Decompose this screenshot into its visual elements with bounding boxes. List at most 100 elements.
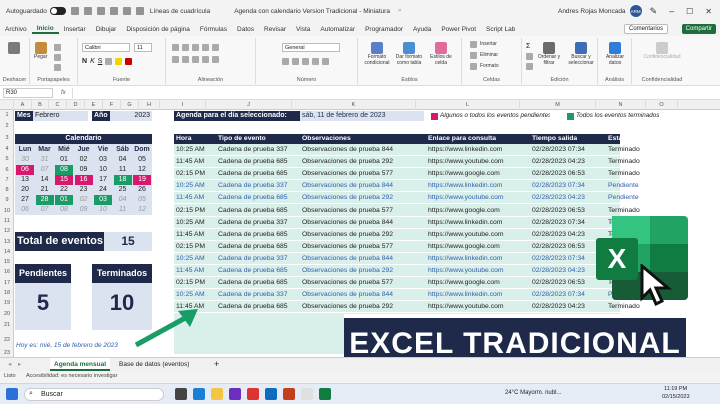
calendar-day[interactable]: 03 [94, 195, 112, 205]
user-name[interactable]: Andres Rojas Moncada [558, 8, 626, 15]
calendar-day[interactable]: 05 [133, 155, 151, 165]
calendar-day[interactable]: 20 [16, 185, 34, 195]
calendar-day[interactable]: 16 [74, 175, 93, 185]
column-header[interactable]: K [292, 100, 416, 110]
calendar-day[interactable]: 06 [16, 165, 34, 175]
row-header[interactable]: 10 [0, 206, 14, 216]
row-header[interactable]: 16 [0, 267, 14, 277]
calendar-day[interactable]: 01 [55, 195, 73, 205]
decrease-decimal-icon[interactable] [322, 58, 329, 65]
column-header[interactable]: H [139, 100, 160, 110]
tab-next-icon[interactable]: ▸ [14, 358, 25, 371]
column-header[interactable]: E [85, 100, 103, 110]
month-select[interactable]: Febrero [33, 111, 88, 121]
edge-icon[interactable] [193, 388, 205, 400]
align-bottom-icon[interactable] [192, 44, 199, 51]
number-format-select[interactable]: General [282, 43, 340, 52]
row-header[interactable]: 9 [0, 195, 14, 205]
table-row[interactable]: 10:25 AM Cadena de prueba 337 Observacione… [174, 289, 639, 302]
calendar-day[interactable]: 14 [36, 175, 54, 185]
table-header-cell[interactable]: Observaciones [302, 134, 351, 144]
calendar-day[interactable]: 08 [55, 205, 73, 215]
checkbox-icon[interactable] [135, 7, 144, 15]
row-header[interactable]: 13 [0, 237, 14, 247]
calendar-day[interactable]: 30 [16, 155, 34, 165]
add-sheet-button[interactable]: + [210, 358, 223, 371]
app-icon-2[interactable] [247, 388, 259, 400]
align-top-icon[interactable] [172, 44, 179, 51]
column-header[interactable]: I [160, 100, 206, 110]
calendar-day[interactable]: 05 [133, 195, 151, 205]
pen-icon[interactable]: ✎ [650, 6, 658, 17]
table-row[interactable]: 11:45 AM Cadena de prueba 685 Observacione… [174, 301, 640, 314]
column-header[interactable]: C [49, 100, 67, 110]
row-header[interactable]: 14 [0, 247, 14, 257]
clock-date[interactable]: 02/15/2023 [662, 394, 690, 400]
clock-time[interactable]: 11:19 PM [664, 386, 687, 392]
calendar-day[interactable]: 04 [114, 195, 132, 205]
row-header[interactable]: 2 [0, 121, 14, 131]
table-row[interactable]: 02:15 PM Cadena de prueba 685 Observacione… [174, 205, 640, 217]
year-input[interactable]: 2023 [110, 111, 152, 121]
border-icon[interactable] [105, 58, 113, 65]
menu-item-8[interactable]: Vista [291, 26, 315, 33]
row-header[interactable]: 20 [0, 309, 14, 319]
merge-icon[interactable] [212, 56, 219, 63]
file-explorer-icon[interactable] [211, 388, 223, 400]
table-row[interactable]: 10:25 AM Cadena de prueba 337 Observacione… [174, 180, 639, 193]
autosum-icon[interactable]: Σ [526, 43, 533, 50]
table-header-cell[interactable]: Tipo de evento [218, 134, 266, 144]
menu-item-7[interactable]: Revisar [259, 26, 291, 33]
menu-item-1[interactable]: Inicio [31, 25, 59, 34]
wrap-text-icon[interactable] [212, 44, 219, 51]
column-header[interactable]: J [206, 100, 292, 110]
calendar-day[interactable]: 03 [94, 155, 112, 165]
clear-icon[interactable] [526, 63, 533, 70]
table-row[interactable]: 02:15 PM Cadena de prueba 685 Observacione… [174, 241, 640, 253]
row-header[interactable]: 6 [0, 165, 14, 175]
formula-input[interactable] [71, 87, 720, 98]
autosave-toggle[interactable] [49, 7, 66, 15]
row-header[interactable]: 3 [0, 133, 14, 143]
calendar-day[interactable]: 08 [55, 165, 73, 175]
calendar-day[interactable]: 02 [75, 195, 93, 205]
menu-item-12[interactable]: Power Pivot [436, 26, 481, 33]
insert-cells-button[interactable]: Insertar [470, 41, 497, 48]
row-header[interactable]: 1 [0, 110, 14, 120]
row-header[interactable]: 4 [0, 144, 14, 154]
row-header[interactable]: 15 [0, 257, 14, 267]
calendar-day[interactable]: 25 [114, 185, 132, 195]
table-row[interactable]: 11:45 AM Cadena de prueba 685 Observacione… [174, 192, 639, 205]
bold-icon[interactable]: N [82, 58, 87, 65]
format-painter-icon[interactable] [54, 64, 61, 71]
format-painter-icon[interactable] [122, 7, 131, 15]
menu-item-11[interactable]: Ayuda [408, 26, 436, 33]
menu-item-5[interactable]: Fórmulas [195, 26, 232, 33]
column-header[interactable]: N [596, 100, 646, 110]
copy-icon[interactable] [54, 54, 61, 61]
column-header[interactable]: B [32, 100, 49, 110]
menu-item-10[interactable]: Programador [360, 26, 408, 33]
calendar-day[interactable]: 07 [36, 205, 54, 215]
row-header[interactable]: 7 [0, 175, 14, 185]
calendar-day[interactable]: 31 [36, 155, 54, 165]
function-icon[interactable]: fx [61, 90, 66, 96]
gridlines-toggle-label[interactable]: Líneas de cuadrícula [150, 8, 210, 15]
column-header[interactable]: G [121, 100, 139, 110]
calendar-day[interactable]: 09 [75, 165, 93, 175]
calendar-day[interactable]: 02 [75, 155, 93, 165]
search-icon[interactable]: ⌕ [398, 7, 402, 15]
calendar-day[interactable]: 06 [16, 205, 34, 215]
table-header-cell[interactable]: Enlace para consulta [428, 134, 496, 144]
agenda-date[interactable]: sáb, 11 de febrero de 2023 [300, 111, 424, 121]
orientation-icon[interactable] [202, 44, 209, 51]
row-header[interactable]: 8 [0, 185, 14, 195]
conditional-format-button[interactable]: Formato condicional [362, 42, 392, 66]
calendar-day[interactable]: 11 [114, 165, 132, 175]
calendar-day[interactable]: 15 [55, 175, 73, 185]
analyze-data-button[interactable]: Analizar datos [601, 42, 629, 66]
menu-item-6[interactable]: Datos [232, 26, 259, 33]
align-middle-icon[interactable] [182, 44, 189, 51]
calendar-day[interactable]: 10 [94, 165, 112, 175]
menu-item-9[interactable]: Automatizar [315, 26, 360, 33]
